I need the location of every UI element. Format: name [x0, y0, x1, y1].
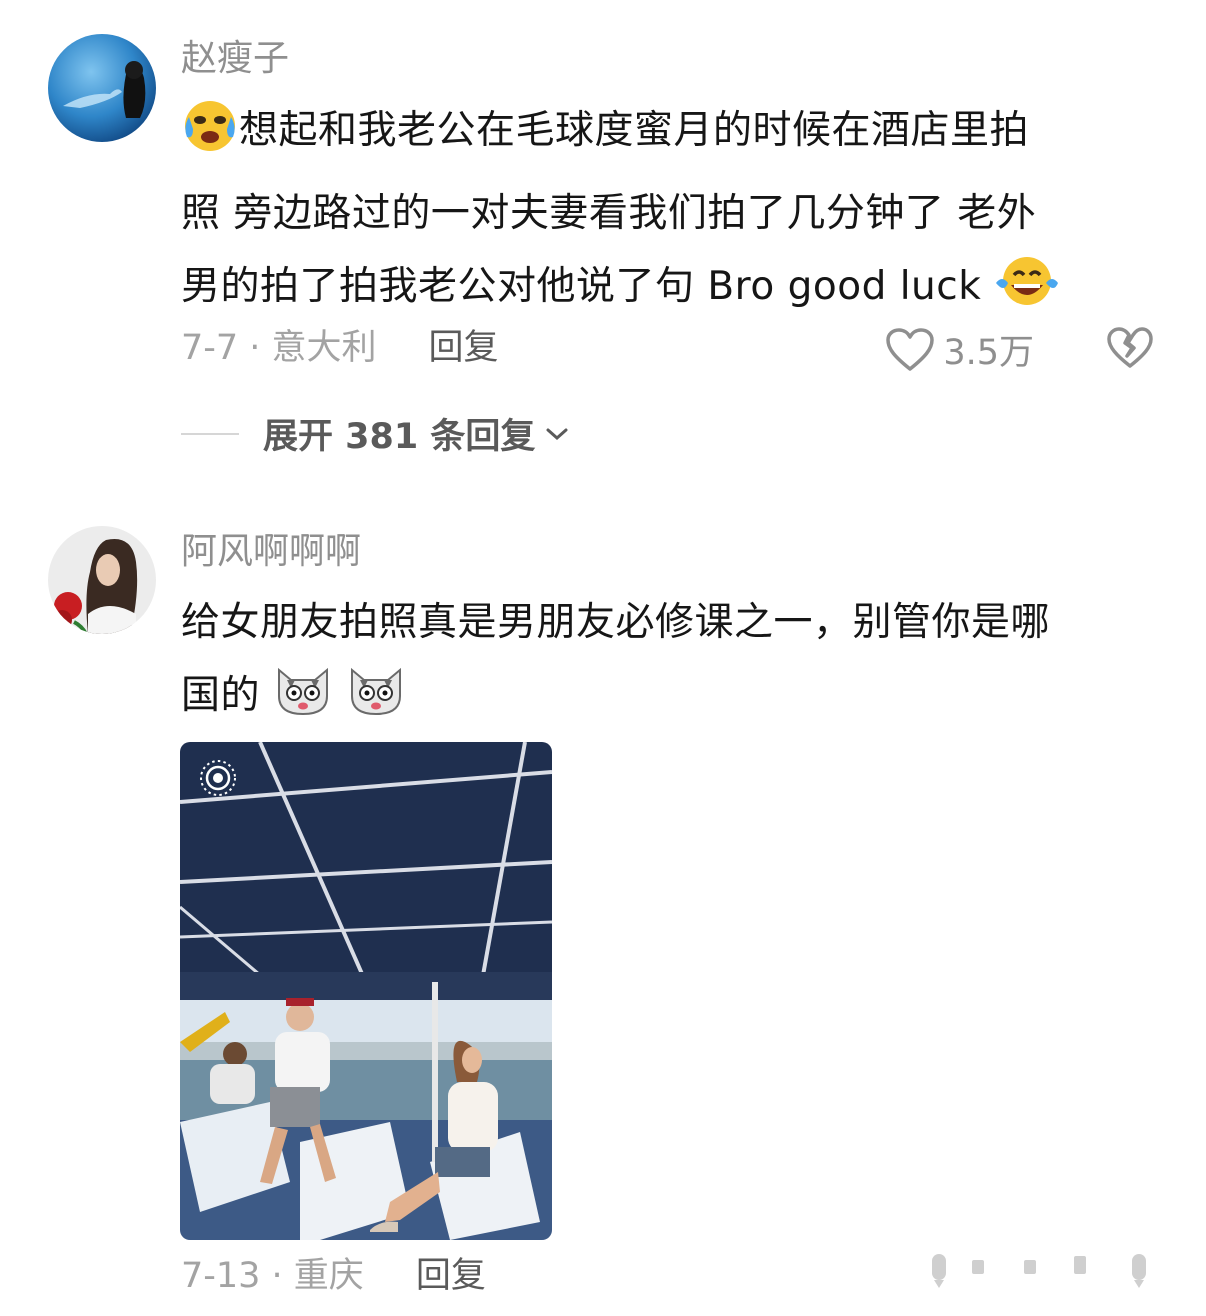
- like-button[interactable]: 3.5万: [885, 324, 1034, 375]
- reply-button[interactable]: 回复: [429, 328, 499, 368]
- heart-icon: [886, 327, 935, 371]
- comment-line: 想起和我老公在毛球度蜜月的时候在酒店里拍: [181, 94, 1156, 177]
- username[interactable]: 阿风啊啊啊: [181, 531, 361, 573]
- chevron-down-icon: [546, 428, 568, 440]
- live-photo-icon: [200, 760, 236, 796]
- comment-line-text: 想起和我老公在毛球度蜜月的时候在酒店里拍: [239, 108, 1030, 153]
- avatar[interactable]: [48, 34, 156, 142]
- username[interactable]: 赵瘦子: [181, 38, 289, 80]
- comment-line: 男的拍了拍我老公对他说了句 Bro good luck: [181, 250, 1156, 333]
- comment-text: 想起和我老公在毛球度蜜月的时候在酒店里拍 照 旁边路过的一对夫妻看我们拍了几分钟…: [181, 94, 1156, 333]
- cry-laugh-emoji: [181, 95, 239, 177]
- date-location: 7-7 · 意大利: [181, 328, 377, 368]
- boat-deck-photo: [180, 742, 552, 1240]
- reply-button[interactable]: 回复: [416, 1256, 486, 1296]
- comment-line-text: 国的: [181, 673, 261, 718]
- dislike-button[interactable]: [1106, 326, 1154, 374]
- shocked-cat-emoji: [273, 660, 333, 742]
- expand-replies-label: 展开 381 条回复: [263, 417, 536, 457]
- comment-line: 照 旁边路过的一对夫妻看我们拍了几分钟了 老外: [181, 191, 1037, 236]
- comment-line: 国的: [181, 659, 1156, 742]
- comment-meta: 7-13 · 重庆 回复: [181, 1256, 486, 1296]
- expand-replies-button[interactable]: 展开 381 条回复: [181, 408, 569, 459]
- broken-heart-icon: [1107, 327, 1153, 368]
- like-count: 3.5万: [943, 333, 1034, 373]
- watermark-logo: [914, 1250, 1174, 1294]
- date-location: 7-13 · 重庆: [181, 1256, 364, 1296]
- divider: [181, 432, 239, 435]
- avatar[interactable]: [48, 526, 156, 634]
- shocked-cat-emoji: [346, 660, 406, 742]
- comment-text: 给女朋友拍照真是男朋友必修课之一，别管你是哪 国的: [181, 586, 1156, 742]
- comment-photo[interactable]: [180, 742, 552, 1240]
- tears-of-joy-emoji: [994, 253, 1060, 333]
- comment-meta: 7-7 · 意大利 回复: [181, 328, 499, 368]
- comment-line: 给女朋友拍照真是男朋友必修课之一，别管你是哪: [181, 600, 1051, 645]
- comment-line-text: 男的拍了拍我老公对他说了句 Bro good luck: [181, 264, 982, 309]
